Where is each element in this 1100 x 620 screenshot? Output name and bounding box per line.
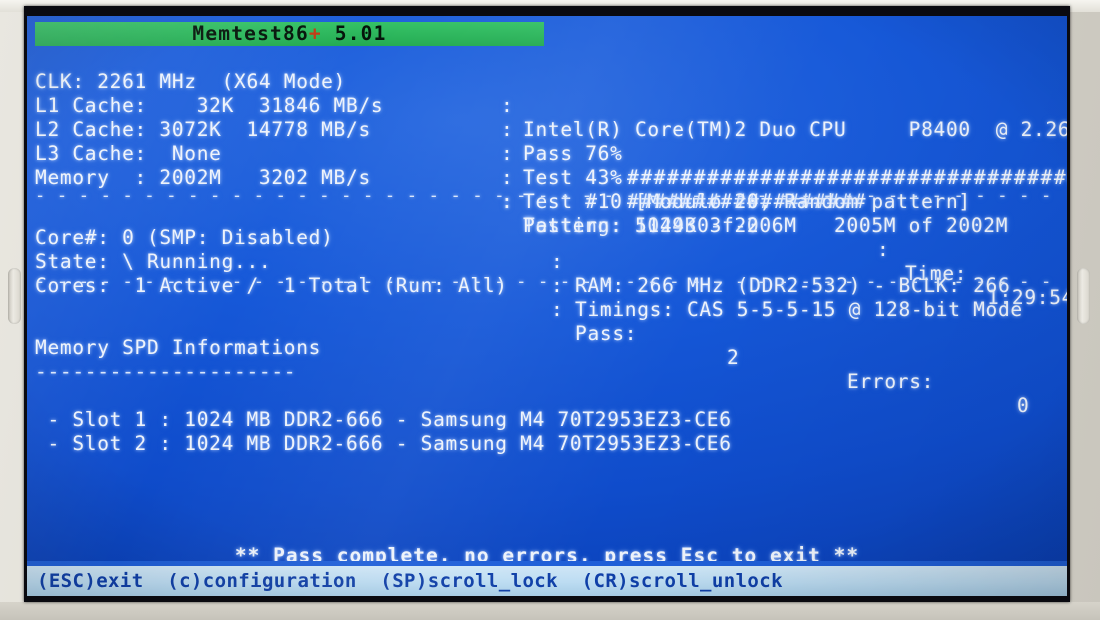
memtest-screen: Memtest86+ 5.01 CLK: 2261 MHz (X64 Mode)… (27, 16, 1067, 596)
bezel-button-right[interactable] (1077, 268, 1090, 324)
key-hint-configuration[interactable]: (c)configuration (167, 570, 356, 592)
bezel-button-left[interactable] (8, 268, 21, 324)
screen-frame: Memtest86+ 5.01 CLK: 2261 MHz (X64 Mode)… (24, 6, 1070, 602)
app-title: Memtest86 (192, 22, 309, 45)
key-hint-esc-exit[interactable]: (ESC)exit (37, 570, 144, 592)
app-version: 5.01 (334, 22, 387, 45)
key-hint-scroll-unlock[interactable]: (CR)scroll_unlock (582, 570, 783, 592)
footer-key-hints: (ESC)exit (c)configuration (SP)scroll_lo… (27, 566, 1067, 596)
spd-heading-underline: --------------------- (35, 360, 297, 383)
bezel-bottom-shadow (0, 602, 1100, 620)
key-hint-scroll-lock[interactable]: (SP)scroll_lock (380, 570, 558, 592)
spd-slot-row: - Slot 2 : 1024 MB DDR2-666 - Samsung M4… (35, 432, 732, 455)
monitor-bezel: Memtest86+ 5.01 CLK: 2261 MHz (X64 Mode)… (0, 0, 1100, 620)
console-text-area: Memtest86+ 5.01 CLK: 2261 MHz (X64 Mode)… (27, 16, 1067, 596)
app-title-bar: Memtest86+ 5.01 (35, 22, 544, 46)
app-title-plus-icon: + (308, 22, 322, 45)
separator-line-bottom: - - - - - - - - - - - - - - - - - - - - … (35, 272, 1052, 292)
